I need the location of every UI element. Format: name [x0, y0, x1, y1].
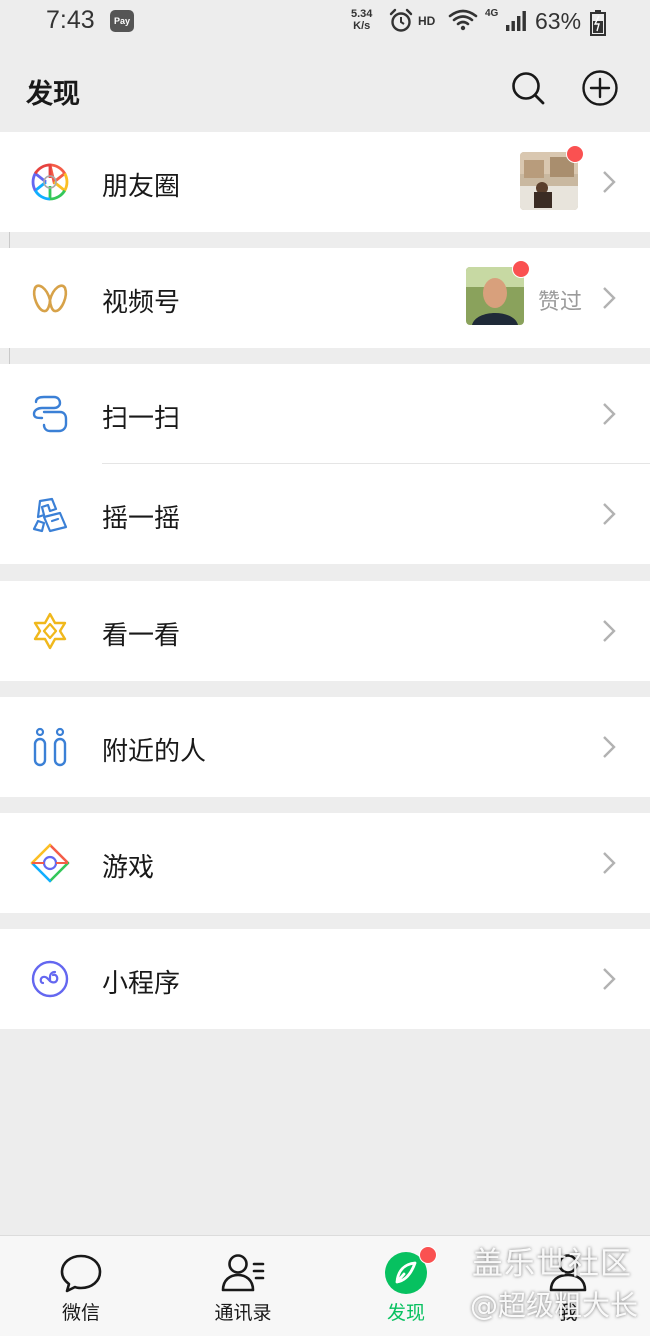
shake-icon	[32, 497, 68, 533]
mini-programs-icon	[31, 960, 69, 998]
chat-icon	[60, 1254, 102, 1293]
alarm-icon	[389, 8, 413, 32]
channels-icon	[32, 284, 68, 313]
signal-icon	[506, 11, 526, 31]
network-speed: 5.34 K/s	[351, 8, 372, 32]
watermark-community: 盖乐世社区	[472, 1246, 632, 1282]
page-title: 发现	[26, 79, 80, 110]
status-time: 7:43	[46, 6, 95, 34]
chevron-right-icon	[603, 287, 616, 309]
top-stories-group: 看一看	[0, 581, 650, 681]
watermark-username: @超级粗大长	[470, 1289, 639, 1322]
scan-cell[interactable]: 扫一扫	[0, 364, 650, 464]
top-stories-cell[interactable]: 看一看	[0, 581, 650, 681]
header: 发现	[0, 44, 650, 130]
top-stories-icon	[33, 612, 67, 650]
discover-new-badge	[419, 1246, 437, 1264]
wifi-icon	[448, 9, 478, 31]
tab-contacts[interactable]: 通讯录	[162, 1236, 324, 1336]
scan-shake-group: 扫一扫 摇一摇	[0, 364, 650, 564]
chevron-right-icon	[603, 852, 616, 874]
chevron-right-icon	[603, 968, 616, 990]
mini-programs-cell[interactable]: 小程序	[0, 929, 650, 1029]
scan-label: 扫一扫	[102, 404, 181, 434]
hd-indicator: HD	[418, 14, 436, 28]
people-nearby-label: 附近的人	[102, 737, 207, 767]
shake-label: 摇一摇	[102, 504, 181, 534]
games-label: 游戏	[102, 853, 155, 883]
games-icon	[30, 843, 70, 883]
channels-liked-status: 赞过	[538, 290, 583, 315]
tab-discover[interactable]: 发现	[325, 1236, 487, 1336]
top-stories-label: 看一看	[102, 621, 181, 651]
channels-group: 视频号 赞过	[0, 248, 650, 348]
contacts-icon	[221, 1254, 265, 1292]
chevron-right-icon	[603, 171, 616, 193]
network-speed-unit: K/s	[353, 20, 371, 32]
people-nearby-cell[interactable]: 附近的人	[0, 697, 650, 797]
network-type: 4G	[485, 8, 499, 19]
tab-contacts-label: 通讯录	[214, 1302, 272, 1324]
moments-label: 朋友圈	[102, 172, 181, 202]
tab-chats-label: 微信	[61, 1302, 100, 1324]
shake-cell[interactable]: 摇一摇	[0, 464, 650, 564]
moments-group: 朋友圈	[0, 132, 650, 232]
chevron-right-icon	[603, 736, 616, 758]
games-group: 游戏	[0, 813, 650, 913]
battery-percentage: 63%	[535, 8, 582, 34]
status-bar: 7:43 Pay 5.34 K/s HD 4G 63%	[0, 0, 650, 44]
tab-discover-label: 发现	[386, 1302, 425, 1324]
chevron-right-icon	[603, 620, 616, 642]
add-icon[interactable]	[580, 68, 620, 108]
channels-cell[interactable]: 视频号 赞过	[0, 248, 650, 348]
battery-icon	[590, 10, 606, 36]
search-icon[interactable]	[508, 68, 548, 108]
moments-icon	[31, 163, 69, 201]
moments-new-badge	[566, 145, 584, 163]
tab-chats[interactable]: 微信	[0, 1236, 162, 1336]
people-nearby-icon	[33, 727, 67, 767]
games-cell[interactable]: 游戏	[0, 813, 650, 913]
moments-cell[interactable]: 朋友圈	[0, 132, 650, 232]
channels-new-badge	[512, 260, 530, 278]
network-speed-value: 5.34	[351, 8, 373, 20]
channels-label: 视频号	[102, 288, 181, 318]
chevron-right-icon	[603, 503, 616, 525]
chevron-right-icon	[603, 403, 616, 425]
scan-icon	[32, 395, 68, 433]
pay-icon: Pay	[110, 10, 134, 32]
mini-programs-label: 小程序	[102, 969, 181, 999]
people-nearby-group: 附近的人	[0, 697, 650, 797]
mini-programs-group: 小程序	[0, 929, 650, 1029]
